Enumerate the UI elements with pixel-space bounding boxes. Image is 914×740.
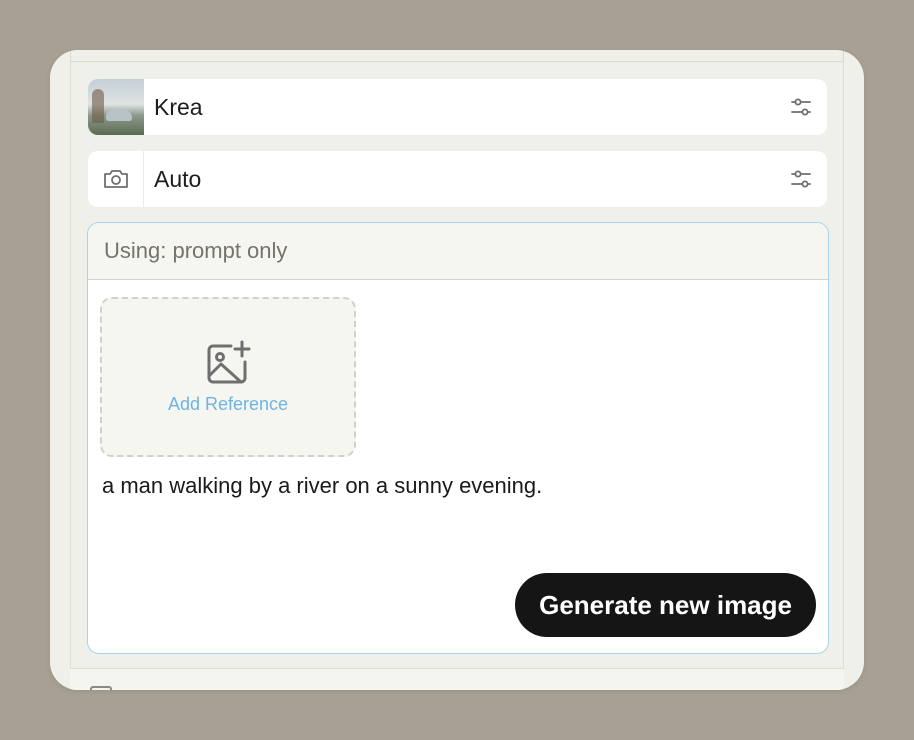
- generation-panel: Krea Auto Using: prompt only Add Referen…: [50, 50, 864, 690]
- camera-settings-button[interactable]: [775, 151, 827, 207]
- car-photo-thumbnail: [88, 79, 144, 135]
- sliders-icon: [791, 98, 811, 116]
- image-plus-icon: [207, 340, 251, 383]
- prompt-mode-label: Using: prompt only: [88, 223, 828, 280]
- model-settings-button[interactable]: [775, 79, 827, 135]
- panel-divider-right: [843, 50, 844, 690]
- add-reference-label: Add Reference: [167, 393, 289, 414]
- model-selector[interactable]: Krea: [88, 79, 827, 135]
- camera-icon: [103, 170, 128, 188]
- camera-icon-cell: [88, 151, 144, 207]
- generate-button[interactable]: Generate new image: [515, 573, 816, 637]
- camera-mode: Auto: [154, 165, 202, 192]
- bottom-strip: [70, 668, 844, 690]
- add-reference-button[interactable]: Add Reference: [100, 297, 356, 457]
- sliders-icon: [791, 170, 811, 188]
- layout-icon[interactable]: [90, 686, 112, 690]
- top-strip: [70, 50, 844, 62]
- panel-divider-left: [70, 50, 71, 690]
- model-name: Krea: [154, 93, 203, 120]
- prompt-box: Using: prompt only Add Reference a man w…: [87, 222, 829, 654]
- camera-selector[interactable]: Auto: [88, 151, 827, 207]
- prompt-input[interactable]: a man walking by a river on a sunny even…: [102, 473, 542, 499]
